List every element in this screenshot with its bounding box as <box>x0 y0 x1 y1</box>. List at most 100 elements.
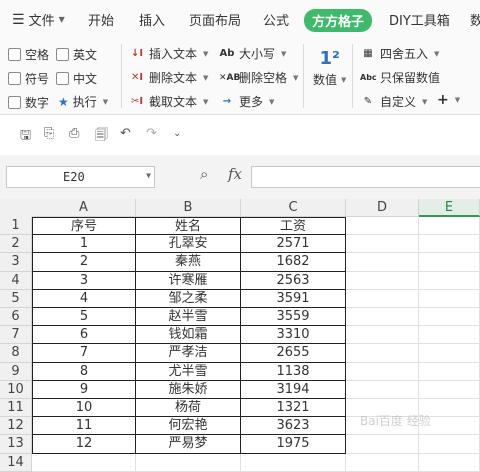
row-header[interactable]: 2 <box>0 235 32 254</box>
table-cell[interactable]: 赵半雪 <box>136 308 241 327</box>
table-cell[interactable] <box>419 235 480 254</box>
table-cell[interactable]: 12 <box>32 435 136 454</box>
extract-text-button[interactable]: ✂I 截取文本 ▼ <box>129 93 208 110</box>
table-cell[interactable]: 9 <box>32 380 136 399</box>
table-cell[interactable] <box>346 362 419 381</box>
tab-fangfang[interactable]: 方方格子 <box>304 9 373 32</box>
print-preview-icon[interactable]: 🗐 <box>95 126 108 148</box>
tab-home[interactable]: 开始 <box>88 10 114 29</box>
checkbox-number[interactable]: 数字 <box>8 94 49 111</box>
table-cell[interactable] <box>419 380 480 399</box>
column-header-b[interactable]: B <box>136 199 241 217</box>
custom-button[interactable]: ✎ 自定义 ▼ <box>360 93 428 110</box>
table-cell[interactable] <box>419 271 480 290</box>
table-cell[interactable] <box>419 217 480 236</box>
column-header-c[interactable]: C <box>241 199 346 217</box>
table-cell[interactable] <box>419 253 480 272</box>
table-cell[interactable] <box>346 308 419 327</box>
table-cell[interactable] <box>419 326 480 345</box>
checkbox-space[interactable]: 空格 <box>8 46 49 63</box>
table-cell[interactable]: 4 <box>32 289 136 308</box>
row-header[interactable]: 1 <box>0 217 32 236</box>
row-header[interactable]: 6 <box>0 308 32 327</box>
table-cell[interactable] <box>419 308 480 327</box>
table-cell[interactable] <box>241 453 346 472</box>
table-header-cell[interactable]: 序号 <box>32 217 136 236</box>
checkbox-chinese[interactable]: 中文 <box>56 70 97 87</box>
table-cell[interactable]: 严易梦 <box>136 435 241 454</box>
row-header[interactable]: 8 <box>0 344 32 363</box>
table-cell[interactable]: 2655 <box>241 344 346 363</box>
table-cell[interactable]: 孔翠安 <box>136 235 241 254</box>
table-cell[interactable]: 秦燕 <box>136 253 241 272</box>
chevron-down-icon[interactable]: ▼ <box>146 171 151 180</box>
fx-icon[interactable]: fx <box>228 165 242 183</box>
table-cell[interactable]: 1975 <box>241 435 346 454</box>
column-header-e[interactable]: E <box>419 199 480 217</box>
table-cell[interactable]: 2571 <box>241 235 346 254</box>
table-cell[interactable] <box>419 435 480 454</box>
tab-formula[interactable]: 公式 <box>263 10 289 29</box>
table-cell[interactable]: 3559 <box>241 308 346 327</box>
checkbox-symbol[interactable]: 符号 <box>8 70 49 87</box>
print-icon[interactable]: ⎙ <box>69 126 79 141</box>
row-header[interactable]: 10 <box>0 380 32 399</box>
table-cell[interactable]: 3310 <box>241 326 346 345</box>
row-header[interactable]: 12 <box>0 417 32 436</box>
row-header[interactable]: 13 <box>0 435 32 454</box>
formula-input[interactable] <box>251 166 480 188</box>
checkbox-box[interactable] <box>8 96 21 109</box>
row-header[interactable]: 5 <box>0 289 32 308</box>
table-cell[interactable]: 杨荷 <box>136 399 241 418</box>
table-cell[interactable]: 许寒雁 <box>136 271 241 290</box>
table-cell[interactable] <box>346 253 419 272</box>
row-header[interactable]: 9 <box>0 362 32 381</box>
row-header[interactable]: 11 <box>0 399 32 418</box>
table-cell[interactable]: 10 <box>32 399 136 418</box>
table-header-cell[interactable]: 姓名 <box>136 217 241 236</box>
table-cell[interactable] <box>346 271 419 290</box>
delete-text-button[interactable]: ✕I 删除文本 ▼ <box>129 69 208 86</box>
table-cell[interactable] <box>346 289 419 308</box>
table-cell[interactable]: 3591 <box>241 289 346 308</box>
checkbox-box[interactable] <box>56 72 69 85</box>
table-cell[interactable]: 严孝洁 <box>136 344 241 363</box>
file-menu[interactable]: ☰ 文件 ▼ <box>12 10 65 30</box>
table-cell[interactable] <box>346 435 419 454</box>
number-button[interactable]: 1² 数值 ▼ <box>313 48 346 88</box>
column-header-d[interactable]: D <box>346 199 419 217</box>
table-cell[interactable]: 尤半雪 <box>136 362 241 381</box>
zoom-icon[interactable]: ⌕ <box>200 165 208 183</box>
keep-value-button[interactable]: Abc 只保留数值 <box>360 69 440 86</box>
select-all-corner[interactable] <box>0 199 33 218</box>
table-cell[interactable]: 2 <box>32 253 136 272</box>
undo-icon[interactable]: ↶ <box>120 126 131 141</box>
table-cell[interactable]: 11 <box>32 417 136 436</box>
case-button[interactable]: Ab 大小写 ▼ <box>219 45 287 62</box>
more-button[interactable]: → 更多 ▼ <box>219 93 275 110</box>
table-cell[interactable]: 何宏艳 <box>136 417 241 436</box>
insert-text-button[interactable]: ↓I 插入文本 ▼ <box>129 45 208 62</box>
checkbox-box[interactable] <box>56 48 69 61</box>
table-cell[interactable]: 1321 <box>241 399 346 418</box>
table-header-cell[interactable]: 工资 <box>241 217 346 236</box>
table-cell[interactable] <box>346 453 419 472</box>
round-button[interactable]: ▦ 四舍五入 ▼ <box>360 45 439 62</box>
delete-space-button[interactable]: ✕AB 删除空格 ▼ <box>219 69 298 86</box>
row-header[interactable]: 4 <box>0 271 32 290</box>
table-cell[interactable] <box>346 380 419 399</box>
save-icon[interactable]: 🖫 <box>20 126 31 148</box>
table-cell[interactable] <box>419 453 480 472</box>
table-cell[interactable] <box>419 344 480 363</box>
table-cell[interactable]: 3623 <box>241 417 346 436</box>
table-cell[interactable]: 1 <box>32 235 136 254</box>
name-box[interactable]: E20 ▼ <box>6 166 155 188</box>
table-cell[interactable]: 6 <box>32 326 136 345</box>
table-cell[interactable]: 施朱娇 <box>136 380 241 399</box>
table-cell[interactable]: 8 <box>32 362 136 381</box>
customize-icon[interactable]: ⌄ <box>173 128 181 139</box>
table-cell[interactable]: 1682 <box>241 253 346 272</box>
tab-data[interactable]: 数 <box>470 10 480 29</box>
tab-page-layout[interactable]: 页面布局 <box>189 10 241 29</box>
checkbox-english[interactable]: 英文 <box>56 46 97 63</box>
